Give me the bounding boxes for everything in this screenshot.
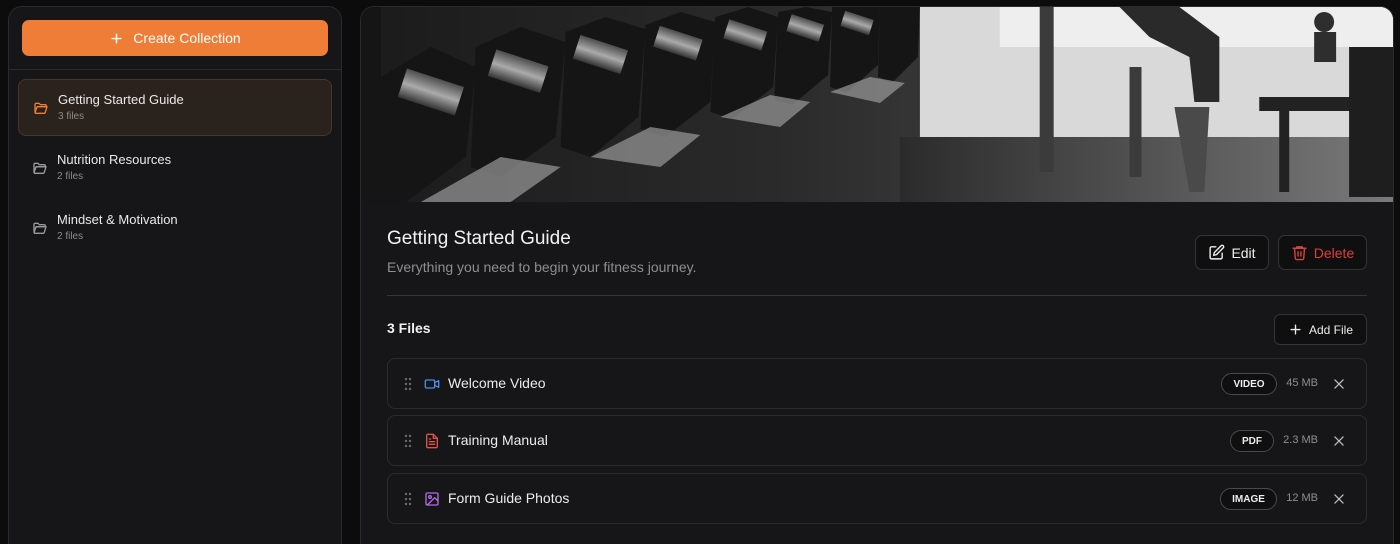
drag-handle-icon[interactable]: [403, 491, 413, 507]
remove-file-icon[interactable]: [1332, 377, 1346, 391]
edit-button[interactable]: Edit: [1195, 235, 1269, 270]
file-type-badge: IMAGE: [1220, 488, 1277, 510]
file-size: 45 MB: [1286, 377, 1318, 389]
create-collection-button[interactable]: Create Collection: [22, 20, 328, 56]
file-row[interactable]: Welcome Video VIDEO 45 MB: [387, 358, 1367, 409]
sidebar: Create Collection Getting Started Guide …: [8, 6, 342, 544]
add-file-label: Add File: [1308, 322, 1354, 337]
document-icon: [426, 433, 438, 449]
file-name: Welcome Video: [448, 375, 546, 391]
delete-label: Delete: [1313, 244, 1355, 261]
file-type-badge: VIDEO: [1221, 373, 1277, 395]
collection-item-mindset[interactable]: Mindset & Motivation 2 files: [18, 199, 332, 256]
collection-detail-panel: Getting Started Guide Everything you nee…: [360, 6, 1394, 544]
video-icon: [424, 379, 440, 389]
file-name: Form Guide Photos: [448, 490, 570, 506]
file-size: 12 MB: [1286, 492, 1318, 504]
image-icon: [425, 492, 439, 506]
sidebar-divider: [9, 69, 341, 70]
create-collection-label: Create Collection: [133, 30, 241, 46]
folder-icon: [32, 220, 48, 236]
collection-file-count: 2 files: [57, 170, 84, 182]
drag-handle-icon[interactable]: [403, 433, 413, 449]
collection-name: Nutrition Resources: [57, 151, 172, 167]
file-row[interactable]: Training Manual PDF 2.3 MB: [387, 415, 1367, 466]
plus-icon: [111, 32, 122, 44]
file-type-badge: PDF: [1230, 430, 1274, 452]
file-name: Training Manual: [448, 432, 548, 448]
edit-icon: [1209, 244, 1225, 260]
edit-label: Edit: [1231, 244, 1256, 261]
collection-cover-image: [361, 7, 1393, 202]
delete-button[interactable]: Delete: [1278, 235, 1367, 270]
folder-open-icon: [33, 100, 49, 116]
collection-title: Getting Started Guide: [387, 228, 571, 249]
drag-handle-icon[interactable]: [403, 376, 413, 392]
collection-file-count: 2 files: [57, 230, 84, 242]
add-file-button[interactable]: Add File: [1274, 314, 1367, 345]
collection-item-getting-started[interactable]: Getting Started Guide 3 files: [18, 79, 332, 136]
remove-file-icon[interactable]: [1332, 434, 1346, 448]
remove-file-icon[interactable]: [1332, 492, 1346, 506]
collection-description: Everything you need to begin your fitnes…: [387, 259, 697, 275]
plus-icon: [1290, 324, 1301, 335]
file-size: 2.3 MB: [1283, 434, 1318, 446]
collection-item-nutrition[interactable]: Nutrition Resources 2 files: [18, 139, 332, 196]
folder-icon: [32, 160, 48, 176]
section-divider: [387, 295, 1367, 296]
file-row[interactable]: Form Guide Photos IMAGE 12 MB: [387, 473, 1367, 524]
collection-name: Getting Started Guide: [58, 91, 184, 107]
trash-icon: [1292, 246, 1307, 261]
collection-name: Mindset & Motivation: [57, 211, 178, 227]
files-count-heading: 3 Files: [387, 320, 431, 336]
collection-file-count: 3 files: [58, 110, 85, 122]
